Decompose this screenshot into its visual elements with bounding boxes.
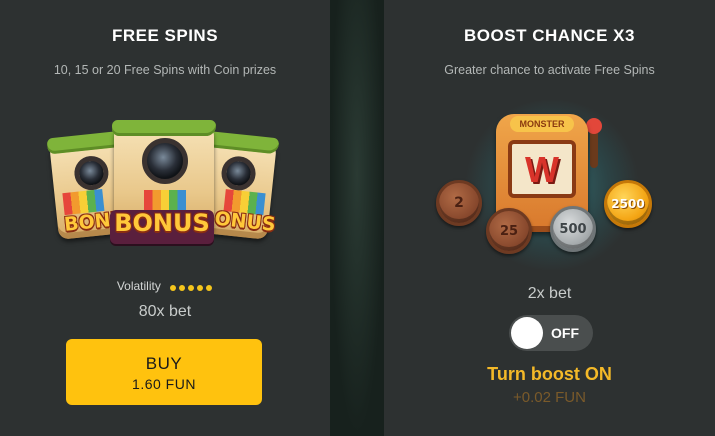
volatility-label: Volatility xyxy=(116,279,161,293)
coin-gold-2500: 2500 xyxy=(604,180,652,228)
background-strip xyxy=(330,0,384,436)
toggle-knob xyxy=(511,317,543,349)
machine-wild-symbol: W xyxy=(525,149,559,190)
boost-chance-title: BOOST CHANCE X3 xyxy=(464,26,635,45)
volatility-row: Volatility xyxy=(0,279,330,294)
free-spins-bet-multiplier: 80x bet xyxy=(138,303,192,320)
free-spins-subtitle: 10, 15 or 20 Free Spins with Coin prizes xyxy=(53,63,277,77)
volatility-dot xyxy=(205,284,212,291)
machine-screen: W xyxy=(508,140,576,198)
volatility-dot xyxy=(178,284,185,291)
coin-bronze-2: 2 xyxy=(436,180,482,226)
machine-sign: MONSTER xyxy=(510,116,574,132)
bonus-text-center: BONUS xyxy=(114,209,210,237)
buy-button-price: 1.60 FUN xyxy=(132,376,196,392)
bonus-cameras-illustration: BONUS BONUS BONUS xyxy=(46,118,280,258)
volatility-dot xyxy=(187,284,194,291)
toggle-state-label: OFF xyxy=(551,325,579,341)
free-spins-panel: FREE SPINS 10, 15 or 20 Free Spins with … xyxy=(0,0,330,436)
slot-machine-illustration: MONSTER W 2 25 500 2500 xyxy=(432,100,672,270)
volatility-rating xyxy=(168,280,213,294)
boost-cost: +0.02 FUN xyxy=(513,389,586,406)
boost-chance-panel: BOOST CHANCE X3 Greater chance to activa… xyxy=(384,0,715,436)
buy-button[interactable]: BUY 1.60 FUN xyxy=(66,339,262,405)
turn-boost-on-link[interactable]: Turn boost ON xyxy=(384,364,715,385)
volatility-dot xyxy=(169,284,176,291)
coin-bronze-25: 25 xyxy=(486,208,532,254)
coin-silver-500: 500 xyxy=(550,206,596,252)
buy-button-label: BUY xyxy=(145,354,183,373)
volatility-dot xyxy=(196,284,203,291)
free-spins-title: FREE SPINS xyxy=(111,26,219,45)
boost-toggle[interactable]: OFF xyxy=(509,315,593,351)
machine-lever xyxy=(590,128,598,168)
machine-lever-knob xyxy=(586,118,602,134)
boost-bet-multiplier: 2x bet xyxy=(527,285,572,302)
boost-chance-subtitle: Greater chance to activate Free Spins xyxy=(444,63,655,77)
